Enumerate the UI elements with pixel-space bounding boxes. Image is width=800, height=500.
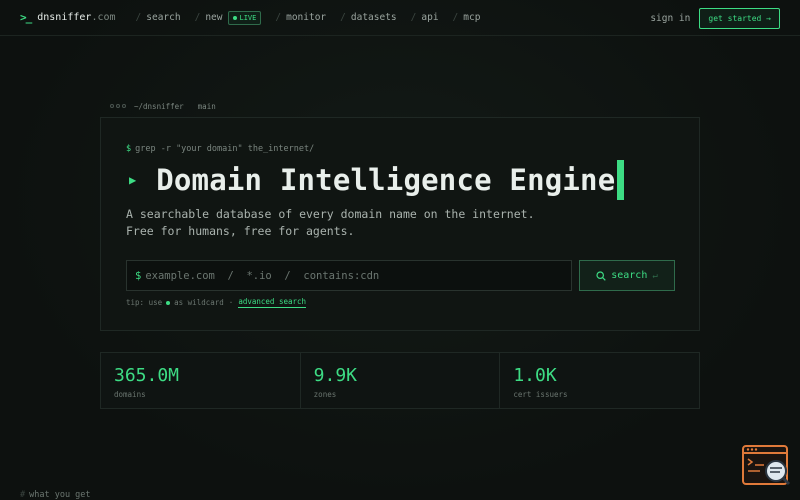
search-button-label: search <box>611 270 648 281</box>
window-dots-icon <box>110 104 128 108</box>
nav-links: / search / new LIVE / monitor / datasets… <box>136 10 495 25</box>
stat-domains: 365.0M domains <box>101 353 301 408</box>
get-started-button[interactable]: get started → <box>699 7 780 29</box>
nav-link-mcp[interactable]: / mcp <box>453 12 481 23</box>
tip-suffix: as wildcard <box>174 298 224 307</box>
tip-separator: · <box>228 298 234 307</box>
nav-slash: / <box>410 12 417 23</box>
description-line-2: Free for humans, free for agents. <box>126 224 355 238</box>
brand-logo[interactable]: >_ dnsniffer .com <box>20 11 116 24</box>
stat-value: 1.0K <box>513 365 557 386</box>
nav-link-search[interactable]: / search <box>136 12 181 23</box>
stat-value: 365.0M <box>114 365 180 386</box>
brand-name: dnsniffer <box>37 12 92 23</box>
stat-zones: 9.9K zones <box>301 353 501 408</box>
nav-slash: / <box>194 12 201 23</box>
tip-prefix: tip: use <box>126 298 163 307</box>
nav-link-new[interactable]: / new LIVE <box>194 10 262 25</box>
hero-title: ▶ Domain Intelligence Engine <box>129 160 625 200</box>
top-navbar: >_ dnsniffer .com / search / new LIVE / m… <box>0 0 800 36</box>
nav-slash: / <box>452 12 459 23</box>
nav-link-label: api <box>421 12 439 23</box>
sign-in-link[interactable]: sign in <box>650 13 690 24</box>
dollar-prompt: $ <box>126 144 132 154</box>
live-badge: LIVE <box>227 10 262 25</box>
live-dot-icon <box>232 15 237 20</box>
play-icon: ▶ <box>129 173 137 187</box>
section-label: what you get <box>29 490 91 500</box>
nav-slash: / <box>135 12 142 23</box>
terminal-path: ~/dnsniffer <box>134 101 184 111</box>
stat-label: zones <box>313 390 337 399</box>
advanced-search-link[interactable]: advanced search <box>238 297 307 308</box>
hero-terminal-card: $ grep -r "your domain" the_internet/ ▶ D… <box>100 117 700 331</box>
terminal-prompt-icon: >_ <box>20 11 32 24</box>
live-badge-label: LIVE <box>239 13 257 22</box>
hero-description: A searchable database of every domain na… <box>126 206 535 240</box>
nav-slash: / <box>340 12 346 23</box>
stat-label: domains <box>114 390 146 399</box>
terminal-branch: main <box>197 101 216 111</box>
wildcard-dot-icon <box>166 300 171 305</box>
brand-tld: .com <box>91 12 116 23</box>
magnifier-icon <box>596 270 606 281</box>
nav-link-label: new <box>205 12 223 23</box>
nav-actions: sign in get started → <box>650 0 780 36</box>
command-text: grep -r "your domain" the_internet/ <box>135 144 315 154</box>
terminal-tabbar: ~/dnsniffer main <box>110 100 216 112</box>
stat-label: cert issuers <box>513 390 568 399</box>
floating-assistant-button[interactable] <box>742 444 792 488</box>
search-input[interactable] <box>145 269 566 282</box>
search-prefix: $ <box>135 269 142 282</box>
nav-link-label: datasets <box>350 12 397 23</box>
cursor-block <box>617 160 625 200</box>
hash-prefix: # <box>20 490 26 500</box>
stat-value: 9.9K <box>313 365 358 386</box>
nav-slash: / <box>275 12 282 23</box>
nav-link-label: search <box>146 12 181 23</box>
enter-key-icon: ↵ <box>652 270 658 281</box>
code-window-magnifier-icon <box>742 445 791 486</box>
nav-link-label: mcp <box>463 12 481 23</box>
terminal-command: $ grep -r "your domain" the_internet/ <box>126 144 314 154</box>
nav-link-datasets[interactable]: / datasets <box>340 12 397 23</box>
search-button[interactable]: search ↵ <box>579 260 675 291</box>
description-line-1: A searchable database of every domain na… <box>126 207 535 221</box>
nav-link-label: monitor <box>286 12 327 23</box>
nav-link-monitor[interactable]: / monitor <box>275 12 326 23</box>
search-box: $ <box>126 260 572 291</box>
stats-bar: 365.0M domains 9.9K zones 1.0K cert issu… <box>100 352 700 409</box>
search-tip: tip: use as wildcard · advanced search <box>126 297 307 308</box>
page-title: Domain Intelligence Engine <box>156 163 616 197</box>
section-heading-what-you-get: # what you get <box>20 490 91 500</box>
stat-cert-issuers: 1.0K cert issuers <box>500 353 699 408</box>
nav-link-api[interactable]: / api <box>411 12 439 23</box>
